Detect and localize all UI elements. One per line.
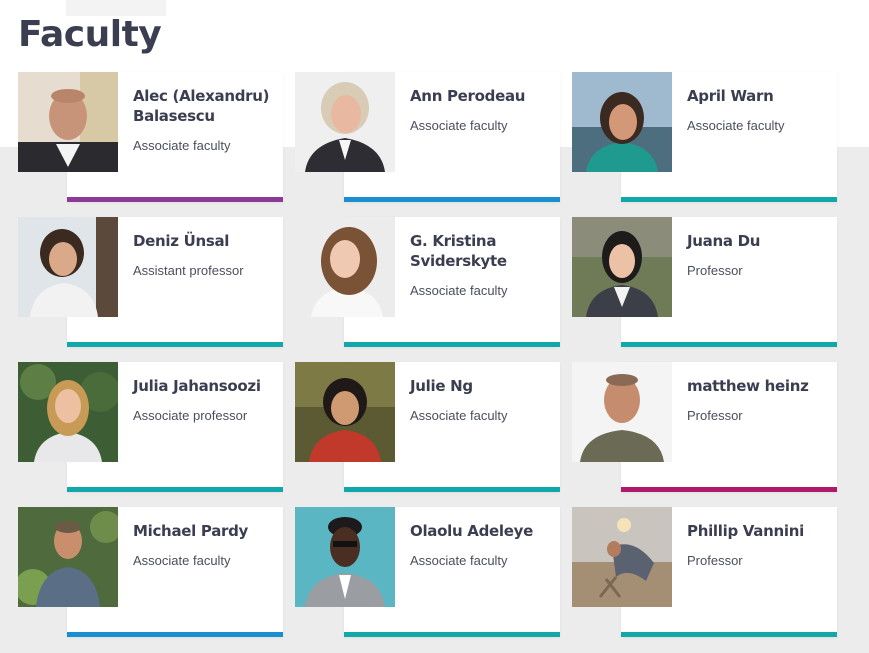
faculty-role: Professor xyxy=(687,408,743,423)
faculty-photo[interactable] xyxy=(18,217,118,317)
faculty-name[interactable]: Julia Jahansoozi xyxy=(133,376,281,396)
portrait-icon xyxy=(18,72,118,172)
portrait-icon xyxy=(295,217,395,317)
faculty-name[interactable]: Michael Pardy xyxy=(133,521,281,541)
portrait-icon xyxy=(18,362,118,462)
faculty-card[interactable]: Julie Ng Associate faculty xyxy=(295,362,561,492)
card-accent-bar xyxy=(344,342,560,347)
faculty-photo[interactable] xyxy=(295,507,395,607)
faculty-photo[interactable] xyxy=(295,217,395,317)
portrait-icon xyxy=(295,72,395,172)
faculty-role: Associate faculty xyxy=(410,118,508,133)
faculty-card[interactable]: Deniz Ünsal Assistant professor xyxy=(18,217,284,347)
faculty-photo[interactable] xyxy=(18,507,118,607)
faculty-card[interactable]: Michael Pardy Associate faculty xyxy=(18,507,284,637)
faculty-card[interactable]: Julia Jahansoozi Associate professor xyxy=(18,362,284,492)
faculty-card[interactable]: matthew heinz Professor xyxy=(572,362,838,492)
card-accent-bar xyxy=(67,487,283,492)
faculty-role: Associate faculty xyxy=(410,408,508,423)
faculty-name[interactable]: Deniz Ünsal xyxy=(133,231,281,251)
portrait-icon xyxy=(572,217,672,317)
card-accent-bar xyxy=(67,632,283,637)
faculty-photo[interactable] xyxy=(572,72,672,172)
card-accent-bar xyxy=(344,487,560,492)
portrait-icon xyxy=(295,507,395,607)
faculty-name[interactable]: Olaolu Adeleye xyxy=(410,521,558,541)
portrait-icon xyxy=(572,72,672,172)
faculty-card[interactable]: Olaolu Adeleye Associate faculty xyxy=(295,507,561,637)
card-accent-bar xyxy=(344,197,560,202)
portrait-icon xyxy=(18,507,118,607)
portrait-icon xyxy=(18,217,118,317)
faculty-card[interactable]: Phillip Vannini Professor xyxy=(572,507,838,637)
faculty-role: Associate faculty xyxy=(133,138,231,153)
faculty-role: Associate faculty xyxy=(133,553,231,568)
faculty-photo[interactable] xyxy=(572,362,672,462)
card-accent-bar xyxy=(67,342,283,347)
faculty-name[interactable]: Ann Perodeau xyxy=(410,86,558,106)
faculty-card[interactable]: Ann Perodeau Associate faculty xyxy=(295,72,561,202)
faculty-card[interactable]: April Warn Associate faculty xyxy=(572,72,838,202)
card-accent-bar xyxy=(621,197,837,202)
portrait-icon xyxy=(572,362,672,462)
faculty-role: Associate faculty xyxy=(410,283,508,298)
portrait-icon xyxy=(572,507,672,607)
card-accent-bar xyxy=(621,632,837,637)
faculty-name[interactable]: Juana Du xyxy=(687,231,835,251)
faculty-role: Associate professor xyxy=(133,408,248,423)
faculty-photo[interactable] xyxy=(572,507,672,607)
card-accent-bar xyxy=(621,487,837,492)
faculty-name[interactable]: matthew heinz xyxy=(687,376,835,396)
faculty-name[interactable]: Alec (Alexandru) Balasescu xyxy=(133,86,281,126)
faculty-role: Associate faculty xyxy=(687,118,785,133)
faculty-card[interactable]: Alec (Alexandru) Balasescu Associate fac… xyxy=(18,72,284,202)
faculty-role: Professor xyxy=(687,553,743,568)
faculty-role: Assistant professor xyxy=(133,263,244,278)
faculty-photo[interactable] xyxy=(18,362,118,462)
faculty-photo[interactable] xyxy=(18,72,118,172)
faculty-name[interactable]: April Warn xyxy=(687,86,835,106)
card-accent-bar xyxy=(344,632,560,637)
card-accent-bar xyxy=(67,197,283,202)
faculty-name[interactable]: G. Kristina Sviderskyte xyxy=(410,231,558,271)
page-title: Faculty xyxy=(18,14,162,55)
faculty-name[interactable]: Julie Ng xyxy=(410,376,558,396)
faculty-photo[interactable] xyxy=(572,217,672,317)
faculty-card[interactable]: G. Kristina Sviderskyte Associate facult… xyxy=(295,217,561,347)
faculty-name[interactable]: Phillip Vannini xyxy=(687,521,835,541)
faculty-photo[interactable] xyxy=(295,72,395,172)
faculty-role: Associate faculty xyxy=(410,553,508,568)
card-accent-bar xyxy=(621,342,837,347)
faculty-role: Professor xyxy=(687,263,743,278)
faculty-card[interactable]: Juana Du Professor xyxy=(572,217,838,347)
portrait-icon xyxy=(295,362,395,462)
faculty-photo[interactable] xyxy=(295,362,395,462)
